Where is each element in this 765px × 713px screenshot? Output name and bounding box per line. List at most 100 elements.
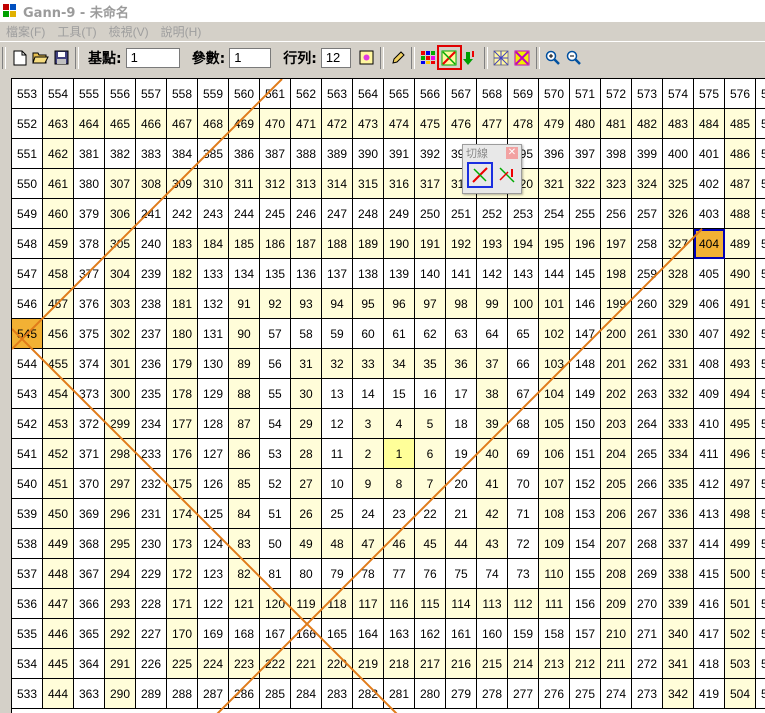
grid-cell[interactable]: 503 — [725, 649, 756, 679]
grid-cell[interactable]: 138 — [353, 259, 384, 289]
grid-cell[interactable]: 140 — [415, 259, 446, 289]
grid-cell[interactable]: 550 — [12, 169, 43, 199]
grid-cell[interactable]: 155 — [570, 559, 601, 589]
grid-cell[interactable]: 95 — [353, 289, 384, 319]
grid-cell[interactable]: 68 — [508, 409, 539, 439]
grid-cell[interactable]: 34 — [384, 349, 415, 379]
grid-cell[interactable]: 293 — [105, 589, 136, 619]
grid-cell[interactable]: 366 — [74, 589, 105, 619]
grid-cell[interactable]: 465 — [105, 109, 136, 139]
grid-cell[interactable]: 581 — [756, 199, 765, 229]
grid-cell[interactable]: 499 — [725, 529, 756, 559]
grid-cell[interactable]: 242 — [167, 199, 198, 229]
grid-cell[interactable]: 185 — [229, 229, 260, 259]
grid-cell[interactable]: 2 — [353, 439, 384, 469]
grid-cell[interactable]: 216 — [446, 649, 477, 679]
grid-cell[interactable]: 44 — [446, 529, 477, 559]
grid-cell[interactable]: 312 — [260, 169, 291, 199]
grid-cell[interactable]: 58 — [291, 319, 322, 349]
grid-cell[interactable]: 459 — [43, 229, 74, 259]
grid-cell[interactable]: 29 — [291, 409, 322, 439]
grid-cell[interactable]: 564 — [353, 79, 384, 109]
grid-cell[interactable]: 496 — [725, 439, 756, 469]
grid-cell[interactable]: 168 — [229, 619, 260, 649]
grid-cell[interactable]: 111 — [539, 589, 570, 619]
grid-cell[interactable]: 251 — [446, 199, 477, 229]
grid-cell[interactable]: 61 — [384, 319, 415, 349]
grid-cell[interactable]: 89 — [229, 349, 260, 379]
grid-cell[interactable]: 226 — [136, 649, 167, 679]
grid-cell[interactable]: 597 — [756, 679, 765, 709]
grid-cell[interactable]: 195 — [539, 229, 570, 259]
grid-cell[interactable]: 587 — [756, 379, 765, 409]
grid-cell[interactable]: 101 — [539, 289, 570, 319]
grid-cell[interactable]: 50 — [260, 529, 291, 559]
grid-cell[interactable]: 331 — [663, 349, 694, 379]
grid-cell[interactable]: 280 — [415, 679, 446, 709]
grid-cell[interactable]: 121 — [229, 589, 260, 619]
grid-cell[interactable]: 176 — [167, 439, 198, 469]
grid-cell[interactable]: 577 — [756, 79, 765, 109]
grid-cell[interactable]: 166 — [291, 619, 322, 649]
grid-cell[interactable]: 222 — [260, 649, 291, 679]
grid-cell[interactable]: 83 — [229, 529, 260, 559]
grid-cell[interactable]: 148 — [570, 349, 601, 379]
grid-cell[interactable]: 291 — [105, 649, 136, 679]
grid-cell[interactable]: 247 — [322, 199, 353, 229]
grid-cell[interactable]: 65 — [508, 319, 539, 349]
grid-cell[interactable]: 273 — [632, 679, 663, 709]
grid-cell[interactable]: 306 — [105, 199, 136, 229]
grid-cell[interactable]: 103 — [539, 349, 570, 379]
grid-cell[interactable]: 321 — [539, 169, 570, 199]
down-arrow-button[interactable] — [461, 48, 480, 67]
grid-cell[interactable]: 81 — [260, 559, 291, 589]
grid-cell[interactable]: 130 — [198, 349, 229, 379]
grid-cell[interactable]: 48 — [322, 529, 353, 559]
grid-cell[interactable]: 593 — [756, 559, 765, 589]
grid-cell[interactable]: 221 — [291, 649, 322, 679]
grid-cell[interactable]: 485 — [725, 109, 756, 139]
grid-cell[interactable]: 263 — [632, 379, 663, 409]
grid-cell[interactable]: 453 — [43, 409, 74, 439]
grid-cell[interactable]: 580 — [756, 169, 765, 199]
grid-cell[interactable]: 28 — [291, 439, 322, 469]
grid-cell[interactable]: 30 — [291, 379, 322, 409]
grid-cell[interactable]: 553 — [12, 79, 43, 109]
grid-cell[interactable]: 211 — [601, 649, 632, 679]
cross-button[interactable] — [513, 48, 532, 67]
grid-cell[interactable]: 326 — [663, 199, 694, 229]
grid-cell[interactable]: 180 — [167, 319, 198, 349]
grid-cell[interactable]: 385 — [198, 139, 229, 169]
grid-cell[interactable]: 402 — [694, 169, 725, 199]
grid-cell[interactable]: 490 — [725, 259, 756, 289]
grid-cell[interactable]: 212 — [570, 649, 601, 679]
grid-cell[interactable]: 549 — [12, 199, 43, 229]
grid-cell[interactable]: 167 — [260, 619, 291, 649]
grid-cell[interactable]: 197 — [601, 229, 632, 259]
grid-cell[interactable]: 539 — [12, 499, 43, 529]
grid-cell[interactable]: 163 — [384, 619, 415, 649]
grid-cell[interactable]: 541 — [12, 439, 43, 469]
grid-cell[interactable]: 380 — [74, 169, 105, 199]
grid-cell[interactable]: 478 — [508, 109, 539, 139]
grid-cell[interactable]: 64 — [477, 319, 508, 349]
grid-cell[interactable]: 179 — [167, 349, 198, 379]
grid-cell[interactable]: 133 — [198, 259, 229, 289]
grid-cell[interactable]: 203 — [601, 409, 632, 439]
grid-cell[interactable]: 335 — [663, 469, 694, 499]
grid-cell[interactable]: 7 — [415, 469, 446, 499]
grid-cell[interactable]: 278 — [477, 679, 508, 709]
grid-cell[interactable]: 571 — [570, 79, 601, 109]
grid-cell[interactable]: 340 — [663, 619, 694, 649]
grid-cell[interactable]: 560 — [229, 79, 260, 109]
menu-help[interactable]: 說明(H) — [155, 23, 208, 40]
grid-cell[interactable]: 264 — [632, 409, 663, 439]
pencil-button[interactable] — [388, 48, 407, 67]
grid-cell[interactable]: 363 — [74, 679, 105, 709]
grid-cell[interactable]: 461 — [43, 169, 74, 199]
grid-cell[interactable]: 24 — [353, 499, 384, 529]
grid-cell[interactable]: 112 — [508, 589, 539, 619]
grid-cell[interactable]: 107 — [539, 469, 570, 499]
grid-cell[interactable]: 486 — [725, 139, 756, 169]
grid-cell[interactable]: 202 — [601, 379, 632, 409]
